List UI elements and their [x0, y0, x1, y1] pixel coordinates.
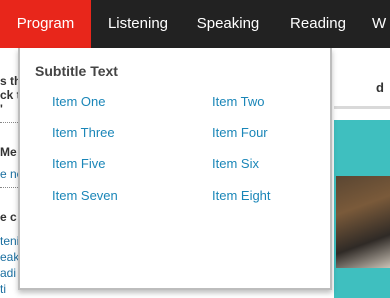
divider [0, 122, 18, 123]
dropdown-item-6[interactable]: Item Six [212, 156, 259, 171]
dropdown-item-5[interactable]: Item Five [52, 156, 105, 171]
nav-item-writing[interactable]: W [372, 0, 390, 48]
bg-link-fragment[interactable]: eak [0, 250, 19, 264]
main-navigation: Program Listening Speaking Reading W [0, 0, 390, 48]
dropdown-item-4[interactable]: Item Four [212, 125, 268, 140]
bg-link-fragment[interactable]: ti [0, 282, 6, 296]
dropdown-item-3[interactable]: Item Three [52, 125, 115, 140]
dropdown-item-8[interactable]: Item Eight [212, 188, 271, 203]
dropdown-item-7[interactable]: Item Seven [52, 188, 118, 203]
program-dropdown-menu: Subtitle Text Item One Item Two Item Thr… [18, 48, 332, 290]
divider [334, 106, 390, 109]
nav-item-speaking[interactable]: Speaking [188, 0, 268, 48]
bg-link-fragment[interactable]: adi [0, 266, 16, 280]
dropdown-item-2[interactable]: Item Two [212, 94, 265, 109]
bg-text-fragment: Me [0, 145, 17, 159]
bg-text-fragment: ' [0, 102, 3, 116]
bg-heading-fragment: d [376, 80, 384, 95]
dropdown-item-1[interactable]: Item One [52, 94, 105, 109]
bg-link-fragment[interactable]: teni [0, 234, 19, 248]
promo-image [336, 176, 390, 268]
nav-item-listening[interactable]: Listening [98, 0, 178, 48]
nav-item-reading[interactable]: Reading [282, 0, 354, 48]
bg-text-fragment: e c [0, 210, 17, 224]
nav-item-program[interactable]: Program [0, 0, 91, 48]
dropdown-title: Subtitle Text [35, 63, 118, 79]
divider [0, 187, 18, 188]
